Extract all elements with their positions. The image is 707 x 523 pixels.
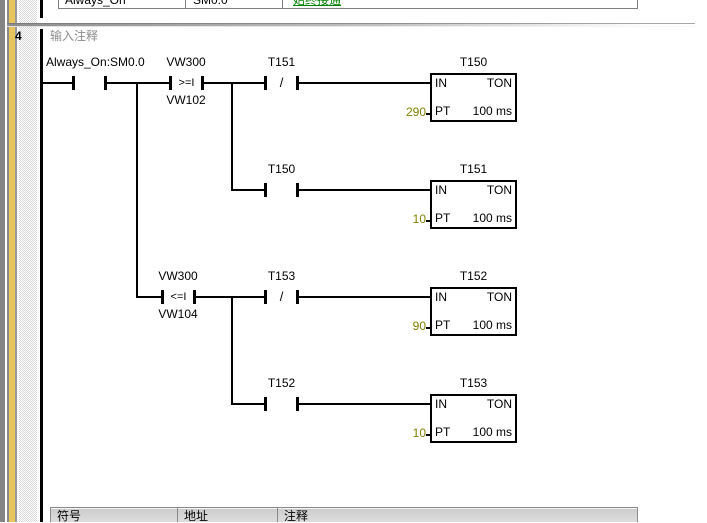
timer-type: TON bbox=[487, 184, 512, 197]
contact-label: T151 bbox=[257, 56, 306, 69]
normally-closed-slash-icon: / bbox=[264, 290, 299, 304]
column-divider bbox=[177, 508, 178, 522]
timer-name: T151 bbox=[430, 163, 517, 176]
timer-name: T152 bbox=[430, 270, 517, 283]
timer-pt-value[interactable]: 290 bbox=[384, 106, 426, 119]
pt-pin-stub bbox=[426, 434, 431, 436]
timer-box-ton[interactable]: IN TON PT 100 ms bbox=[430, 180, 517, 229]
pt-pin-stub bbox=[426, 220, 431, 222]
compare-operand-bottom: VW104 bbox=[153, 308, 203, 321]
contact-label: T150 bbox=[257, 163, 306, 176]
wire bbox=[299, 296, 430, 298]
contact-normally-open[interactable] bbox=[264, 183, 299, 197]
timer-name: T153 bbox=[430, 377, 517, 390]
comment-cell[interactable]: 始终接通 bbox=[293, 0, 341, 7]
contact-bar-icon bbox=[264, 183, 267, 197]
column-header-symbol: 符号 bbox=[57, 510, 81, 523]
symbol-table-border bbox=[58, 8, 638, 9]
wire bbox=[299, 189, 430, 191]
contact-normally-open[interactable] bbox=[264, 397, 299, 411]
wire bbox=[196, 296, 264, 298]
gutter-dither bbox=[19, 0, 37, 522]
contact-bar-icon bbox=[72, 76, 75, 90]
timer-pt-pin: PT bbox=[435, 426, 450, 439]
timer-pt-pin: PT bbox=[435, 105, 450, 118]
power-rail bbox=[40, 0, 43, 18]
wire bbox=[107, 82, 169, 84]
timer-pt-value[interactable]: 10 bbox=[384, 213, 426, 226]
timer-in-pin: IN bbox=[435, 291, 447, 304]
column-header-address: 地址 bbox=[184, 510, 208, 523]
timer-box-ton[interactable]: IN TON PT 100 ms bbox=[430, 287, 517, 336]
compare-operand-bottom: VW102 bbox=[161, 94, 211, 107]
symbol-table-header bbox=[50, 507, 638, 522]
pt-pin-stub bbox=[426, 327, 431, 329]
timer-time-base: 100 ms bbox=[473, 426, 512, 439]
timer-pt-pin: PT bbox=[435, 319, 450, 332]
wire bbox=[299, 82, 430, 84]
timer-pt-value[interactable]: 90 bbox=[384, 320, 426, 333]
compare-operand-top: VW300 bbox=[161, 56, 211, 69]
normally-closed-slash-icon: / bbox=[264, 76, 299, 90]
contact-label: T152 bbox=[257, 377, 306, 390]
timer-pt-value[interactable]: 10 bbox=[384, 427, 426, 440]
timer-type: TON bbox=[487, 291, 512, 304]
network-title[interactable]: 输入注释 bbox=[50, 30, 98, 43]
column-divider bbox=[277, 508, 278, 522]
power-rail bbox=[40, 29, 43, 522]
wire bbox=[232, 403, 264, 405]
wire bbox=[232, 189, 264, 191]
symbol-cell[interactable]: Always_On bbox=[65, 0, 126, 7]
network-separator bbox=[7, 23, 695, 27]
timer-in-pin: IN bbox=[435, 77, 447, 90]
timer-type: TON bbox=[487, 398, 512, 411]
timer-in-pin: IN bbox=[435, 398, 447, 411]
contact-normally-closed[interactable]: / bbox=[264, 290, 299, 304]
column-header-comment: 注释 bbox=[284, 510, 308, 523]
network-number[interactable]: 4 bbox=[15, 30, 27, 43]
branch-wire bbox=[231, 296, 233, 405]
wire bbox=[137, 296, 161, 298]
compare-contact[interactable]: <=I bbox=[161, 290, 196, 304]
contact-label: Always_On:SM0.0 bbox=[46, 56, 145, 69]
wire bbox=[299, 403, 430, 405]
timer-box-ton[interactable]: IN TON PT 100 ms bbox=[430, 394, 517, 443]
contact-normally-open[interactable] bbox=[72, 76, 107, 90]
compare-contact[interactable]: >=I bbox=[169, 76, 204, 90]
timer-box-ton[interactable]: IN TON PT 100 ms bbox=[430, 73, 517, 122]
compare-operator: >=I bbox=[169, 77, 204, 89]
contact-normally-closed[interactable]: / bbox=[264, 76, 299, 90]
wire bbox=[204, 82, 264, 84]
branch-wire bbox=[231, 82, 233, 191]
timer-time-base: 100 ms bbox=[473, 105, 512, 118]
timer-time-base: 100 ms bbox=[473, 319, 512, 332]
address-cell[interactable]: SM0.0 bbox=[193, 0, 228, 7]
wire bbox=[43, 82, 72, 84]
branch-wire bbox=[136, 82, 138, 298]
timer-name: T150 bbox=[430, 56, 517, 69]
compare-operand-top: VW300 bbox=[153, 270, 203, 283]
timer-pt-pin: PT bbox=[435, 212, 450, 225]
timer-in-pin: IN bbox=[435, 184, 447, 197]
contact-label: T153 bbox=[257, 270, 306, 283]
timer-time-base: 100 ms bbox=[473, 212, 512, 225]
pt-pin-stub bbox=[426, 113, 431, 115]
contact-bar-icon bbox=[264, 397, 267, 411]
timer-type: TON bbox=[487, 77, 512, 90]
compare-operator: <=I bbox=[161, 291, 196, 303]
